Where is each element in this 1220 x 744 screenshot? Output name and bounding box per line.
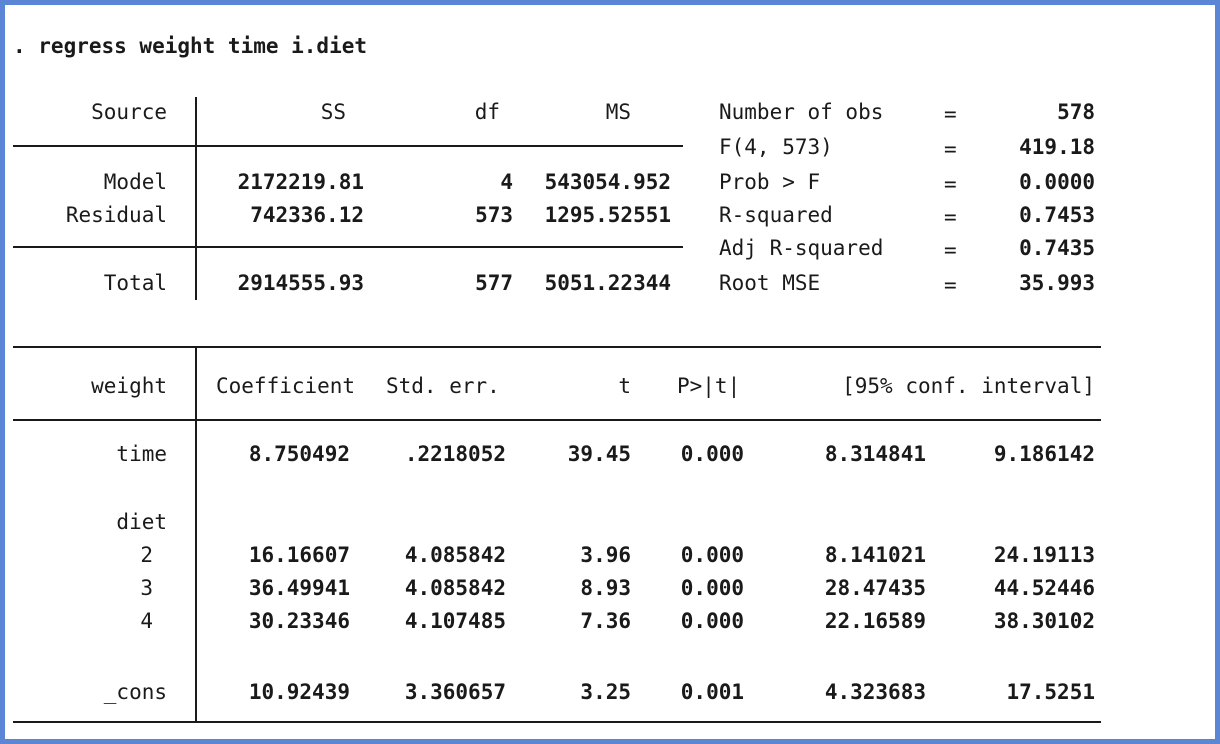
anova-ss: 742336.12	[250, 203, 364, 227]
coef-var: _cons	[103, 680, 167, 704]
anova-total-rule	[13, 246, 683, 248]
coef-ci-high: 44.52446	[993, 576, 1095, 600]
coef-value: 30.23346	[248, 609, 350, 633]
coef-header-ci: [95% conf. interval]	[842, 374, 1095, 398]
anova-df: 573	[475, 203, 513, 227]
coef-stderr: 4.107485	[404, 609, 506, 633]
coef-header-var: weight	[91, 374, 167, 398]
stat-equals: =	[944, 238, 957, 262]
coef-ci-low: 8.141021	[824, 543, 926, 567]
coef-header-stderr: Std. err.	[386, 374, 500, 398]
coef-stderr: 4.085842	[404, 543, 506, 567]
coef-t: 3.25	[580, 680, 631, 704]
stat-value: 578	[1057, 100, 1095, 124]
coef-bottom-rule	[13, 721, 1101, 723]
command-line: . regress weight time i.diet	[13, 34, 368, 58]
coef-header-coefficient: Coefficient	[216, 374, 356, 398]
coef-ci-high: 38.30102	[993, 609, 1095, 633]
coef-value: 36.49941	[248, 576, 350, 600]
stat-value: 419.18	[1019, 135, 1095, 159]
anova-ss: 2172219.81	[237, 170, 364, 194]
coef-var: 2	[140, 543, 153, 567]
coef-p: 0.001	[680, 680, 744, 704]
anova-df: 4	[500, 170, 513, 194]
anova-df: 577	[475, 271, 513, 295]
coef-ci-high: 24.19113	[993, 543, 1095, 567]
anova-source: Total	[103, 271, 167, 295]
coef-var: 3	[140, 576, 153, 600]
coef-var: diet	[116, 510, 167, 534]
coef-header-rule	[13, 419, 1101, 421]
stat-label: F(4, 573)	[719, 135, 833, 159]
anova-ms: 5051.22344	[544, 271, 671, 295]
coef-stderr: 3.360657	[404, 680, 506, 704]
stat-equals: =	[944, 273, 957, 297]
coef-value: 10.92439	[248, 680, 350, 704]
anova-header-rule	[13, 145, 683, 147]
coef-value: 16.16607	[248, 543, 350, 567]
stat-label: Number of obs	[719, 100, 884, 124]
stat-value: 35.993	[1019, 271, 1095, 295]
anova-header-ss: SS	[320, 100, 346, 124]
coef-t: 8.93	[580, 576, 631, 600]
anova-divider	[195, 97, 197, 300]
stat-equals: =	[944, 102, 957, 126]
anova-ms: 1295.52551	[544, 203, 671, 227]
anova-source: Residual	[65, 203, 167, 227]
anova-source: Model	[103, 170, 167, 194]
coef-p: 0.000	[680, 442, 744, 466]
coef-stderr: .2218052	[404, 442, 506, 466]
stat-label: Prob > F	[719, 170, 821, 194]
coef-var: time	[116, 442, 167, 466]
stat-equals: =	[944, 205, 957, 229]
coef-p: 0.000	[680, 576, 744, 600]
stat-label: Adj R-squared	[719, 236, 884, 260]
anova-ss: 2914555.93	[237, 271, 364, 295]
coef-var: 4	[140, 609, 153, 633]
coef-header-p: P>|t|	[677, 374, 741, 398]
coef-header-t: t	[618, 374, 631, 398]
coef-top-rule	[13, 346, 1101, 348]
coef-ci-high: 17.5251	[1006, 680, 1095, 704]
coef-ci-low: 8.314841	[824, 442, 926, 466]
coef-p: 0.000	[680, 609, 744, 633]
coef-value: 8.750492	[248, 442, 350, 466]
stat-value: 0.0000	[1019, 170, 1095, 194]
coef-ci-low: 4.323683	[824, 680, 926, 704]
stat-label: R-squared	[719, 203, 833, 227]
coef-t: 3.96	[580, 543, 631, 567]
coef-t: 7.36	[580, 609, 631, 633]
stat-equals: =	[944, 172, 957, 196]
anova-header-source: Source	[91, 100, 167, 124]
stat-label: Root MSE	[719, 271, 821, 295]
coef-divider	[195, 347, 197, 722]
stat-value: 0.7453	[1019, 203, 1095, 227]
stata-results-window: . regress weight time i.diet Source SS d…	[0, 0, 1220, 744]
coef-stderr: 4.085842	[404, 576, 506, 600]
coef-ci-low: 22.16589	[824, 609, 926, 633]
anova-header-ms: MS	[605, 100, 631, 124]
coef-p: 0.000	[680, 543, 744, 567]
stat-equals: =	[944, 137, 957, 161]
anova-header-df: df	[474, 100, 500, 124]
coef-ci-low: 28.47435	[824, 576, 926, 600]
coef-ci-high: 9.186142	[993, 442, 1095, 466]
coef-t: 39.45	[567, 442, 631, 466]
anova-ms: 543054.952	[544, 170, 671, 194]
stat-value: 0.7435	[1019, 236, 1095, 260]
